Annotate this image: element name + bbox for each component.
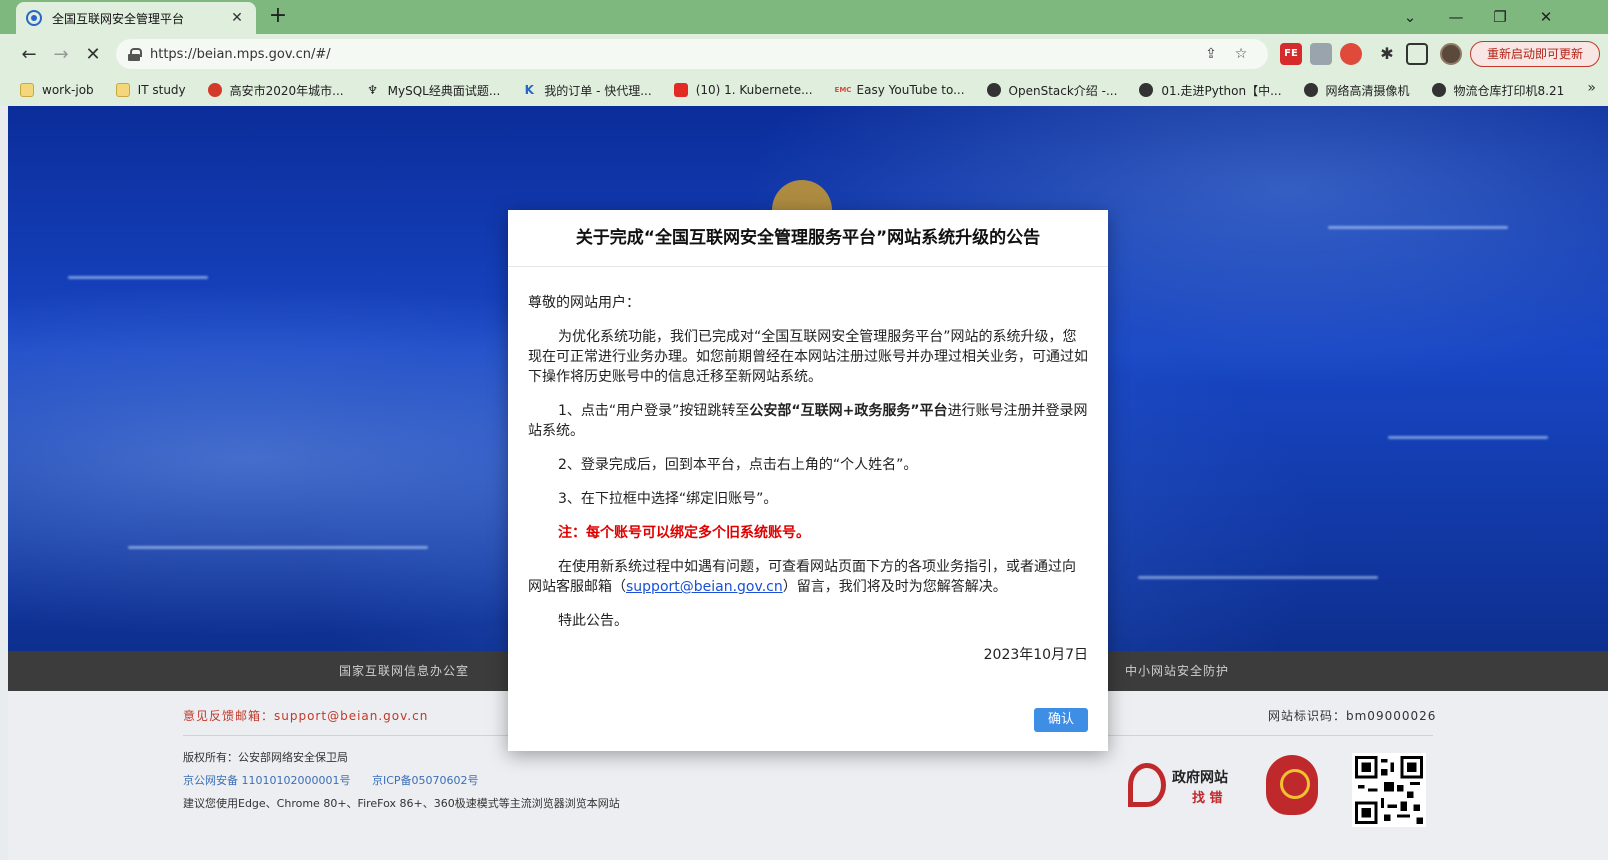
greeting: 尊敬的网站用户： — [528, 295, 640, 311]
globe-icon — [1139, 83, 1154, 97]
tab-strip: 全国互联网安全管理平台 ✕ + ⌄ — ❐ ✕ — [0, 0, 1608, 34]
extension-red-icon[interactable] — [1340, 43, 1362, 65]
folder-icon — [115, 83, 130, 97]
new-tab-button[interactable]: + — [266, 5, 290, 29]
profile-avatar[interactable] — [1440, 43, 1462, 65]
announcement-modal: 关于完成“全国互联网安全管理服务平台”网站系统升级的公告 尊敬的网站用户： 为优… — [508, 210, 1108, 751]
step-1: 1、点击“用户登录”按钮跳转至公安部“互联网+政务服务”平台进行账号注册并登录网… — [528, 403, 1088, 439]
footer-link-cac[interactable]: 国家互联网信息办公室 — [339, 662, 469, 679]
emblem-icon — [207, 83, 222, 97]
light-streak — [128, 546, 428, 549]
globe-icon — [1431, 83, 1446, 97]
site-id: 网站标识码：bm09000026 — [1268, 709, 1437, 723]
beian-numbers: 京公网安备 11010102000001号 京ICP备05070602号 — [183, 772, 497, 788]
address-bar[interactable]: https://beian.mps.gov.cn/#/ ⇪ ☆ — [116, 39, 1268, 69]
back-icon[interactable]: ← — [16, 42, 42, 68]
bookmark-item[interactable]: 网络高清摄像机 — [1303, 82, 1410, 99]
globe-icon — [986, 83, 1001, 97]
bookmark-item[interactable]: (10) 1. Kubernete... — [673, 83, 813, 97]
emc-icon: EMC — [834, 86, 852, 94]
bookmark-item[interactable]: work-job — [20, 83, 94, 97]
browser-tip: 建议您使用Edge、Chrome 80+、FireFox 86+、360极速模式… — [183, 797, 620, 810]
step-2: 2、登录完成后，回到本平台，点击右上角的“个人姓名”。 — [558, 457, 918, 473]
fe-extension-icon[interactable]: FE — [1280, 43, 1302, 65]
intro-paragraph: 为优化系统功能，我们已完成对“全国互联网安全管理服务平台”网站的系统升级，您现在… — [528, 329, 1088, 385]
feedback-email[interactable]: 意见反馈邮箱：support@beian.gov.cn — [183, 707, 428, 724]
bookmark-item[interactable]: ♆ MySQL经典面试题... — [366, 82, 500, 99]
extension-gray-icon[interactable] — [1310, 43, 1332, 65]
share-icon[interactable]: ⇪ — [1196, 46, 1226, 62]
forward-icon[interactable]: → — [48, 42, 74, 68]
support-email-link[interactable]: support@beian.gov.cn — [626, 579, 783, 595]
light-streak — [1388, 436, 1548, 439]
icp-beian-link[interactable]: 京ICP备05070602号 — [372, 774, 479, 787]
minimize-icon[interactable]: — — [1436, 4, 1476, 30]
light-streak — [1138, 576, 1378, 579]
qr-code — [1352, 753, 1426, 827]
confirm-button[interactable]: 确认 — [1034, 708, 1088, 732]
bookmark-item[interactable]: 物流仓库打印机8.21 — [1431, 82, 1564, 99]
announcement-date: 2023年10月7日 — [983, 647, 1088, 663]
bookmarks-bar: work-job IT study 高安市2020年城市... ♆ MySQL经典… — [0, 74, 1608, 106]
k-icon: K — [524, 83, 534, 97]
bookmark-item[interactable]: IT study — [115, 83, 186, 97]
bookmark-star-icon[interactable]: ☆ — [1226, 46, 1256, 62]
modal-body: 尊敬的网站用户： 为优化系统功能，我们已完成对“全国互联网安全管理服务平台”网站… — [508, 267, 1108, 665]
bookmark-item[interactable]: K 我的订单 - 快代理... — [522, 82, 652, 99]
closing: 特此公告。 — [558, 613, 628, 629]
bookmark-item[interactable]: 高安市2020年城市... — [207, 82, 344, 99]
bookmark-item[interactable]: OpenStack介绍 -... — [986, 82, 1117, 99]
bookmark-item[interactable]: EMC Easy YouTube to... — [835, 83, 965, 97]
copyright: 版权所有：公安部网络安全保卫局 — [183, 751, 348, 764]
close-window-icon[interactable]: ✕ — [1526, 4, 1566, 30]
tab-search-icon[interactable]: ⌄ — [1390, 4, 1430, 30]
gov-site-error-report[interactable]: 政府网站 找 错 — [1128, 763, 1248, 811]
modal-title: 关于完成“全国互联网安全管理服务平台”网站系统升级的公告 — [508, 210, 1108, 267]
footer-link-protection[interactable]: 中小网站安全防护 — [1125, 662, 1229, 679]
police-beian-link[interactable]: 京公网安备 11010102000001号 — [183, 774, 350, 787]
bookmarks-more-icon[interactable]: » — [1587, 80, 1596, 96]
extensions-puzzle-icon[interactable]: ✱ — [1376, 43, 1398, 65]
update-browser-button[interactable]: 重新启动即可更新 — [1470, 41, 1600, 67]
restore-icon[interactable]: ❐ — [1480, 4, 1520, 30]
url-text[interactable]: https://beian.mps.gov.cn/#/ — [150, 47, 1196, 62]
site-favicon-icon — [26, 10, 42, 26]
lock-icon[interactable] — [128, 48, 142, 61]
magnifier-icon — [1128, 763, 1166, 807]
side-panel-icon[interactable] — [1406, 43, 1428, 65]
light-streak — [68, 276, 208, 279]
step-3: 3、在下拉框中选择“绑定旧账号”。 — [558, 491, 778, 507]
stop-loading-icon[interactable]: ✕ — [80, 42, 106, 68]
platform-name: 公安部“互联网+政务服务”平台 — [749, 403, 948, 419]
tab-active[interactable]: 全国互联网安全管理平台 ✕ — [16, 2, 256, 34]
bookmark-item[interactable]: 01.走进Python【中... — [1139, 82, 1282, 99]
help-paragraph: 在使用新系统过程中如遇有问题，可查看网站页面下方的各项业务指引，或者通过向网站客… — [528, 559, 1076, 595]
tab-title: 全国互联网安全管理平台 — [52, 11, 185, 26]
youtube-icon — [673, 83, 688, 97]
party-government-seal-icon[interactable] — [1266, 755, 1318, 815]
globe-icon — [1303, 83, 1318, 97]
browser-toolbar: ← → ✕ https://beian.mps.gov.cn/#/ ⇪ ☆ FE… — [0, 34, 1608, 74]
tab-close-icon[interactable]: ✕ — [228, 10, 246, 26]
note: 注：每个账号可以绑定多个旧系统账号。 — [558, 525, 810, 541]
light-streak — [1328, 226, 1508, 229]
wing-icon: ♆ — [367, 83, 378, 97]
folder-icon — [20, 83, 34, 97]
